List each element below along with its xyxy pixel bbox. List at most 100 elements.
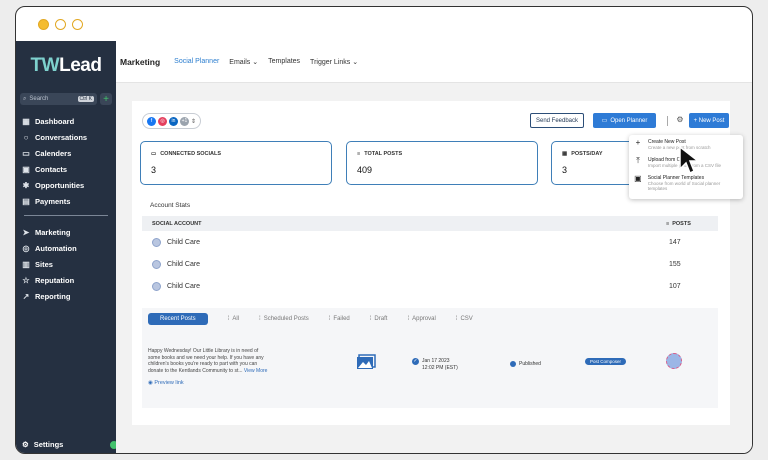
new-post-button[interactable]: + New Post [689, 113, 729, 128]
tab-label: CSV [460, 316, 473, 322]
view-more-link[interactable]: View More [244, 368, 268, 374]
image-thumbnail-icon[interactable] [356, 354, 376, 370]
account-avatar [666, 353, 682, 369]
search-icon: ⌕ [23, 95, 27, 102]
sidebar-item-label: Contacts [35, 164, 68, 174]
tab-label: Scheduled Posts [263, 316, 309, 322]
posts-section: Recent Posts ⁞ All ⁞ Scheduled Posts ⁞ Fail… [142, 308, 718, 408]
sidebar-item-label: Conversations [35, 132, 88, 142]
tab-csv[interactable]: ⁞ CSV [456, 316, 473, 322]
card-label: ≡ TOTAL POSTS [357, 151, 527, 157]
sidebar-item-sites[interactable]: ▥ Sites [16, 256, 116, 272]
instagram-icon: ◎ [158, 116, 167, 126]
account-name: Child Care [167, 261, 201, 268]
tab-failed[interactable]: ⁞ Failed [329, 316, 350, 322]
check-icon: ✓ [412, 358, 419, 365]
card-value: 3 [151, 165, 157, 175]
sidebar-item-marketing[interactable]: ➤ Marketing [16, 224, 116, 240]
sidebar-item-opportunities[interactable]: ✱ Opportunities [16, 177, 116, 193]
tab-approval[interactable]: ⁞ Approval [407, 316, 435, 322]
send-icon: ➤ [22, 227, 30, 237]
sidebar-item-automation[interactable]: ◎ Automation [16, 240, 116, 256]
sidebar-item-label: Calenders [35, 148, 72, 158]
window-titlebar [16, 7, 752, 41]
sidebar-item-calenders[interactable]: ▭ Calenders [16, 145, 116, 161]
app-logo[interactable]: TW Lead [16, 41, 116, 91]
main-area: Marketing Social Planner Emails ⌄ Templa… [116, 41, 752, 453]
tab-label: Failed [333, 316, 350, 322]
table-row: Child Care 147 [142, 232, 718, 253]
tab-social-planner[interactable]: Social Planner [174, 58, 219, 65]
sidebar-item-label: Opportunities [35, 180, 85, 190]
open-planner-label: Open Planner [610, 117, 648, 124]
sidebar-item-label: Automation [35, 243, 77, 253]
column-header-posts-label: POSTS [672, 220, 691, 227]
sidebar-item-reputation[interactable]: ☆ Reputation [16, 272, 116, 288]
card-label-text: TOTAL POSTS [364, 151, 403, 157]
post-schedule: ✓ Jan 17 2023 12:02 PM (EST) [412, 358, 458, 372]
list-icon: ≡ [666, 220, 670, 227]
search-input[interactable]: ⌕ Search Ctrl K [20, 93, 97, 105]
sidebar-item-settings[interactable]: ⚙ Settings [16, 439, 119, 450]
posts-tabs: Recent Posts ⁞ All ⁞ Scheduled Posts ⁞ Fail… [142, 308, 718, 330]
trend-icon: ↗ [22, 291, 30, 301]
gear-icon: ⚙ [22, 440, 29, 449]
account-name: Child Care [167, 283, 201, 290]
tab-all[interactable]: ⁞ All [228, 316, 239, 322]
social-planner-content: f ◎ in +1 ⇕ Send Feedback ▭ Open Planner … [132, 101, 743, 425]
tab-recent-posts[interactable]: Recent Posts [148, 313, 208, 325]
stats-table-header: SOCIAL ACCOUNT ≡ POSTS [142, 216, 718, 231]
eye-icon: ◉ [148, 380, 153, 386]
sidebar-item-label: Reporting [35, 291, 71, 301]
tab-emails[interactable]: Emails ⌄ [229, 58, 258, 66]
menu-item-subtitle: Choose from world of Social planner temp… [647, 181, 721, 191]
account-post-count: 147 [669, 239, 681, 246]
avatar [152, 282, 161, 291]
automation-icon: ◎ [22, 243, 30, 253]
payments-icon: ▤ [22, 196, 30, 206]
logo-tw: TW [30, 55, 60, 76]
card-label-text: POSTS/DAY [571, 151, 603, 157]
tab-label: Approval [412, 316, 436, 322]
chevron-down-icon: ⌄ [252, 58, 259, 66]
open-planner-button[interactable]: ▭ Open Planner [593, 113, 656, 128]
column-header-account: SOCIAL ACCOUNT [152, 220, 202, 227]
window-zoom-button[interactable] [72, 18, 83, 30]
preview-link-label: Preview link [154, 380, 184, 386]
post-date: Jan 17 2023 [422, 358, 450, 364]
search-placeholder: Search [29, 96, 49, 102]
sidebar-item-contacts[interactable]: ▣ Contacts [16, 161, 116, 177]
tab-scheduled-posts[interactable]: ⁞ Scheduled Posts [259, 316, 309, 322]
chat-bubble-icon: ○ [23, 132, 29, 142]
social-accounts-selector[interactable]: f ◎ in +1 ⇕ [142, 113, 202, 129]
sidebar: TW Lead ⌕ Search Ctrl K + ▦ Dashboard ○ Con… [16, 41, 119, 453]
settings-gear-icon[interactable]: ⚙ [675, 115, 685, 125]
quick-add-button[interactable]: + [100, 93, 112, 105]
connected-socials-card: ▭ CONNECTED SOCIALS 3 [140, 141, 332, 185]
window-minimize-button[interactable] [55, 18, 66, 30]
star-icon: ☆ [22, 275, 30, 285]
more-accounts-badge: +1 [180, 116, 189, 126]
card-label-text: CONNECTED SOCIALS [160, 151, 222, 157]
tab-templates[interactable]: Templates [268, 58, 300, 65]
tab-trigger-links[interactable]: Trigger Links ⌄ [310, 58, 358, 66]
post-source-badge: Post Composer [585, 358, 627, 365]
grid-icon: ▦ [22, 116, 30, 126]
sidebar-item-payments[interactable]: ▤ Payments [16, 193, 116, 209]
drag-handle-icon: ⁞ [407, 316, 410, 322]
sidebar-item-dashboard[interactable]: ▦ Dashboard [16, 113, 116, 129]
tab-draft[interactable]: ⁞ Draft [370, 316, 388, 322]
send-feedback-button[interactable]: Send Feedback [530, 113, 584, 128]
sidebar-item-conversations[interactable]: ○ Conversations [16, 129, 116, 145]
drag-handle-icon: ⁞ [328, 316, 331, 322]
menu-item-templates[interactable]: ▣ Social Planner Templates Choose from wo… [634, 175, 738, 193]
send-feedback-label: Send Feedback [535, 117, 579, 124]
preview-link[interactable]: ◉ Preview link [148, 380, 184, 386]
list-icon: ≡ [357, 151, 361, 157]
window-close-button[interactable] [38, 18, 49, 30]
sidebar-item-reporting[interactable]: ↗ Reporting [16, 288, 116, 304]
tab-label: Draft [374, 316, 388, 322]
tab-trigger-links-label: Trigger Links [310, 58, 351, 66]
sidebar-item-label: Marketing [35, 227, 71, 237]
facebook-icon: f [147, 116, 156, 126]
